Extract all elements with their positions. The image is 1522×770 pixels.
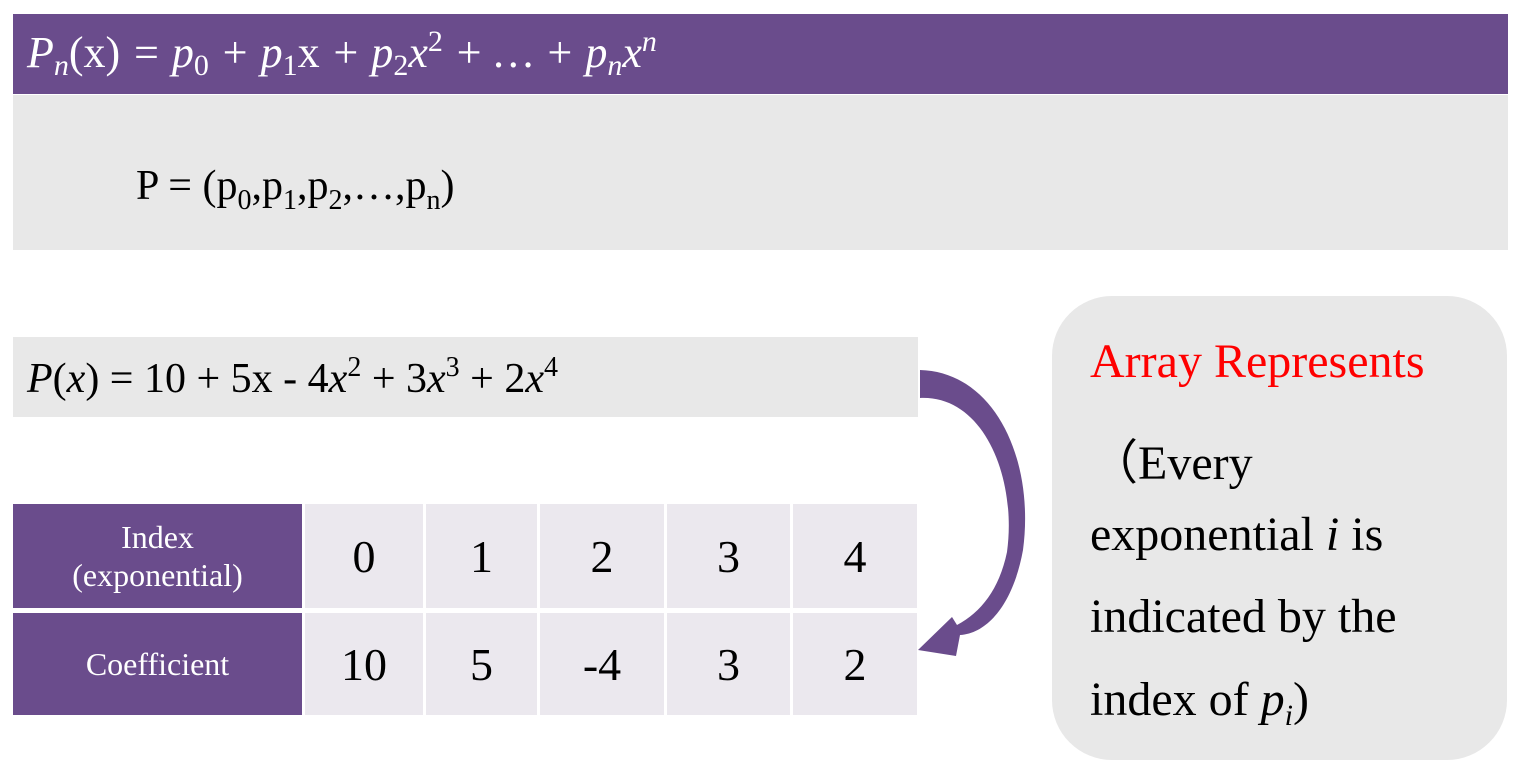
coefficient-cell-1: 5 (426, 613, 537, 715)
example-x: x (66, 355, 86, 402)
general-formula-bar: Pn(x) = p0 + p1x + p2x2 + … + pnxn (13, 14, 1508, 94)
formula-sub-last: n (607, 49, 623, 82)
index-cell-4: 4 (793, 504, 917, 608)
example-rest-3: + 2 (459, 355, 526, 402)
index-cell-0: 0 (305, 504, 423, 608)
formula-x1: x (297, 28, 320, 77)
index-cell-3: 3 (667, 504, 790, 608)
index-header: Index (exponential) (13, 504, 302, 608)
index-header-line-2: (exponential) (72, 557, 243, 593)
curved-arrow-icon (918, 370, 1026, 656)
formula-sub-2: 2 (393, 49, 409, 82)
coefficient-table: Index (exponential) 0 1 2 3 4 Coefficien… (10, 499, 920, 720)
coefficient-header: Coefficient (13, 613, 302, 715)
callout-line-4b: ) (1292, 673, 1309, 726)
example-paren-open: ( (52, 355, 67, 402)
vector-comma-2: ,p (296, 163, 329, 209)
callout-line-2-i: i (1325, 508, 1340, 561)
coefficient-cell-4: 2 (793, 613, 917, 715)
coefficient-cell-2: -4 (540, 613, 664, 715)
formula-sup-2: 2 (427, 25, 443, 58)
formula-eq-p0: = p (120, 28, 194, 77)
formula-x-lhs: (x) (68, 28, 121, 77)
vector-sub-0: 0 (237, 185, 252, 216)
callout-line-4-p: p (1260, 673, 1285, 726)
example-rest-2: + 3 (361, 355, 428, 402)
example-sup-2: 2 (347, 351, 362, 383)
formula-sub-n: n (53, 49, 69, 82)
curved-arrow-shape (918, 370, 1026, 656)
table-row-coefficient: Coefficient 10 5 -4 3 2 (13, 613, 917, 715)
formula-p: P (27, 28, 54, 77)
example-x3: x (427, 355, 446, 402)
vector-prefix: P = (p (136, 163, 238, 209)
coefficient-vector: P = (p0,p1,p2,…,pn) (136, 162, 454, 217)
vector-close: ) (440, 163, 455, 209)
callout-line-2: exponential i is (1090, 507, 1383, 562)
vector-sub-2: 2 (328, 185, 343, 216)
callout-line-4-sub: i (1284, 699, 1293, 732)
coefficient-cell-3: 3 (667, 613, 790, 715)
example-sup-4: 4 (544, 351, 559, 383)
formula-plus-p1: + p (208, 28, 283, 77)
index-cell-2: 2 (540, 504, 664, 608)
vector-comma-1: ,p (251, 163, 283, 209)
vector-sub-1: 1 (282, 185, 297, 216)
index-cell-1: 1 (426, 504, 537, 608)
callout-title: Array Represents (1090, 335, 1425, 388)
formula-sub-0: 0 (193, 49, 209, 82)
example-sup-3: 3 (445, 351, 460, 383)
example-polynomial-bar: P(x) = 10 + 5x - 4x2 + 3x3 + 2x4 (13, 337, 918, 417)
callout-line-4a: index of (1090, 673, 1261, 726)
formula-sub-1: 1 (282, 49, 298, 82)
example-polynomial: P(x) = 10 + 5x - 4x2 + 3x3 + 2x4 (27, 352, 558, 403)
callout-line-3: indicated by the (1090, 590, 1397, 643)
formula-dots: + … + p (442, 28, 608, 77)
formula-sup-n: n (641, 25, 657, 58)
callout-line-2b: is (1339, 508, 1384, 561)
general-formula: Pn(x) = p0 + p1x + p2x2 + … + pnxn (27, 25, 657, 83)
example-p: P (27, 355, 53, 402)
formula-x2: x (408, 28, 428, 77)
callout-line-1: （Every (1090, 437, 1253, 490)
formula-xn: x (622, 28, 642, 77)
example-x4: x (525, 355, 545, 402)
vector-sub-n: n (426, 185, 441, 216)
table-row-index: Index (exponential) 0 1 2 3 4 (13, 504, 917, 608)
callout-line-2a: exponential (1090, 508, 1326, 561)
index-header-line-1: Index (121, 519, 194, 555)
example-rest-1: ) = 10 + 5x - 4 (85, 355, 329, 402)
vector-comma-3: ,…,p (342, 163, 427, 209)
formula-plus-p2: + p (319, 28, 394, 77)
example-x2: x (328, 355, 348, 402)
coefficient-cell-0: 10 (305, 613, 423, 715)
callout-line-4: index of pi) (1090, 672, 1309, 733)
